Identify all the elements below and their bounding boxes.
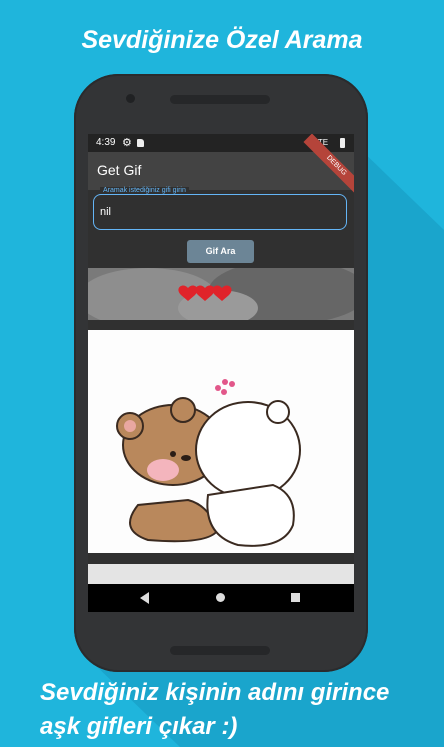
app-title: Get Gif [97, 162, 142, 178]
status-time: 4:39 [96, 137, 116, 148]
promo-caption-line-1: Sevdiğiniz kişinin adını girince [40, 679, 390, 706]
phone-screen: 4:39 ⚙ LTE Get Gif DEBUG Aramak istediği… [88, 134, 354, 612]
app-bar: Get Gif DEBUG [88, 134, 354, 199]
gear-icon: ⚙ [122, 137, 132, 149]
earpiece-speaker [170, 95, 270, 104]
promo-caption-line-2: aşk gifleri çıkar :) [40, 713, 238, 740]
gif-result-2[interactable] [88, 330, 354, 553]
promo-headline: Sevdiğinize Özel Arama [81, 26, 363, 54]
recent-apps-icon[interactable] [291, 593, 300, 602]
bottom-speaker [170, 646, 270, 655]
navigation-bar [88, 584, 354, 612]
search-input[interactable] [100, 206, 330, 218]
gif-result-3[interactable] [88, 564, 354, 584]
back-icon[interactable] [140, 592, 149, 604]
search-gif-button[interactable]: Gif Ara [187, 240, 254, 263]
battery-icon [340, 138, 345, 148]
gif-image-hearts [88, 268, 354, 320]
home-icon[interactable] [216, 593, 225, 602]
gif-image-bears [116, 379, 301, 547]
promo-caption: Sevdiğiniz kişinin adını girince aşk gif… [40, 676, 440, 744]
front-camera [126, 94, 135, 103]
sd-card-icon [137, 139, 144, 147]
search-field-label: Aramak istediğiniz gifi girin [100, 187, 189, 194]
gif-result-1[interactable] [88, 268, 354, 320]
